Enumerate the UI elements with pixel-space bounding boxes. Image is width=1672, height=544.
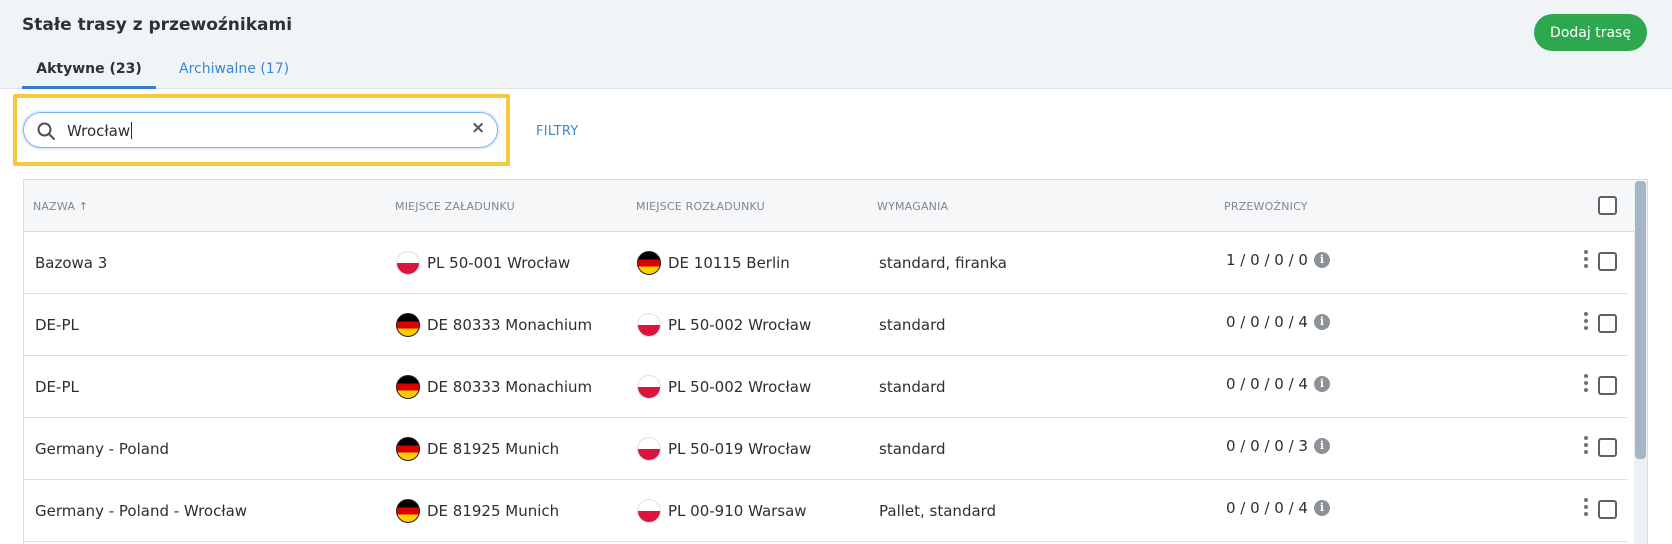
flag-pl-icon xyxy=(637,313,661,337)
column-name[interactable]: NAZWA ↑ xyxy=(33,200,88,213)
row-checkbox[interactable] xyxy=(1598,314,1617,333)
select-all-checkbox[interactable] xyxy=(1598,196,1617,215)
column-unloading[interactable]: MIEJSCE ROZŁADUNKU xyxy=(636,200,765,213)
requirements: standard xyxy=(879,440,946,458)
search-icon xyxy=(37,122,55,140)
tab-archived[interactable]: Archiwalne (17) xyxy=(179,61,289,89)
carriers: 0 / 0 / 0 / 4i xyxy=(1226,313,1330,331)
flag-de-icon xyxy=(396,499,420,523)
row-menu-icon[interactable] xyxy=(1582,374,1590,396)
routes-table: NAZWA ↑ MIEJSCE ZAŁADUNKU MIEJSCE ROZŁAD… xyxy=(23,179,1648,544)
row-checkbox[interactable] xyxy=(1598,438,1617,457)
row-checkbox[interactable] xyxy=(1598,376,1617,395)
row-menu-icon[interactable] xyxy=(1582,436,1590,458)
flag-pl-icon xyxy=(637,375,661,399)
loading-place: DE 80333 Monachium xyxy=(396,313,592,337)
route-name: Germany - Poland - Wrocław xyxy=(35,502,248,520)
loading-place: DE 81925 Munich xyxy=(396,437,559,461)
info-icon[interactable]: i xyxy=(1313,376,1330,392)
route-name: DE-PL xyxy=(35,316,79,334)
info-icon[interactable]: i xyxy=(1313,314,1330,330)
page-title: Stałe trasy z przewoźnikami xyxy=(22,15,293,35)
carriers: 1 / 0 / 0 / 0i xyxy=(1226,251,1330,269)
flag-de-icon xyxy=(396,375,420,399)
flag-pl-icon xyxy=(637,437,661,461)
requirements: standard xyxy=(879,378,946,396)
table-row[interactable]: Germany - Poland DE 81925 Munich PL 50-0… xyxy=(24,418,1627,480)
carriers: 0 / 0 / 0 / 4i xyxy=(1226,375,1330,393)
row-checkbox[interactable] xyxy=(1598,500,1617,519)
flag-de-icon xyxy=(396,437,420,461)
route-name: Bazowa 3 xyxy=(35,254,108,272)
loading-place: DE 81925 Munich xyxy=(396,499,559,523)
flag-pl-icon xyxy=(637,499,661,523)
carriers: 0 / 0 / 0 / 4i xyxy=(1226,499,1330,517)
scrollbar-thumb[interactable] xyxy=(1635,181,1646,459)
table-row[interactable]: Bazowa 3 PL 50-001 Wrocław DE 10115 Berl… xyxy=(24,232,1627,294)
add-route-button[interactable]: Dodaj trasę xyxy=(1534,14,1647,51)
table-row[interactable]: Germany - Poland - Wrocław DE 81925 Muni… xyxy=(24,480,1627,542)
table-row[interactable]: DE-PL DE 80333 Monachium PL 50-002 Wrocł… xyxy=(24,356,1627,418)
flag-de-icon xyxy=(396,313,420,337)
row-menu-icon[interactable] xyxy=(1582,250,1590,272)
flag-pl-icon xyxy=(396,251,420,275)
page-header: Stałe trasy z przewoźnikami Dodaj trasę … xyxy=(0,0,1672,89)
filters-button[interactable]: FILTRY xyxy=(536,124,579,139)
table-row[interactable]: DE-PL DE 80333 Monachium PL 50-002 Wrocł… xyxy=(24,294,1627,356)
table-scrollbar[interactable] xyxy=(1634,181,1647,544)
unloading-place: PL 00-910 Warsaw xyxy=(637,499,807,523)
row-menu-icon[interactable] xyxy=(1582,498,1590,520)
row-menu-icon[interactable] xyxy=(1582,312,1590,334)
flag-de-icon xyxy=(637,251,661,275)
tab-active[interactable]: Aktywne (23) xyxy=(22,61,156,89)
column-requirements[interactable]: WYMAGANIA xyxy=(877,200,948,213)
unloading-place: DE 10115 Berlin xyxy=(637,251,790,275)
info-icon[interactable]: i xyxy=(1313,252,1330,268)
requirements: Pallet, standard xyxy=(879,502,997,520)
requirements: standard, firanka xyxy=(879,254,1007,272)
requirements: standard xyxy=(879,316,946,334)
carriers: 0 / 0 / 0 / 3i xyxy=(1226,437,1330,455)
search-input[interactable]: Wrocław × xyxy=(23,112,498,148)
route-name: Germany - Poland xyxy=(35,440,169,458)
unloading-place: PL 50-002 Wrocław xyxy=(637,375,811,399)
clear-icon[interactable]: × xyxy=(471,118,485,138)
column-carriers[interactable]: PRZEWOŹNICY xyxy=(1224,200,1308,213)
route-name: DE-PL xyxy=(35,378,79,396)
search-input-value: Wrocław xyxy=(67,122,133,140)
loading-place: PL 50-001 Wrocław xyxy=(396,251,570,275)
unloading-place: PL 50-019 Wrocław xyxy=(637,437,811,461)
unloading-place: PL 50-002 Wrocław xyxy=(637,313,811,337)
info-icon[interactable]: i xyxy=(1313,500,1330,516)
row-checkbox[interactable] xyxy=(1598,252,1617,271)
column-loading[interactable]: MIEJSCE ZAŁADUNKU xyxy=(395,200,515,213)
loading-place: DE 80333 Monachium xyxy=(396,375,592,399)
info-icon[interactable]: i xyxy=(1313,438,1330,454)
table-header: NAZWA ↑ MIEJSCE ZAŁADUNKU MIEJSCE ROZŁAD… xyxy=(24,180,1647,232)
